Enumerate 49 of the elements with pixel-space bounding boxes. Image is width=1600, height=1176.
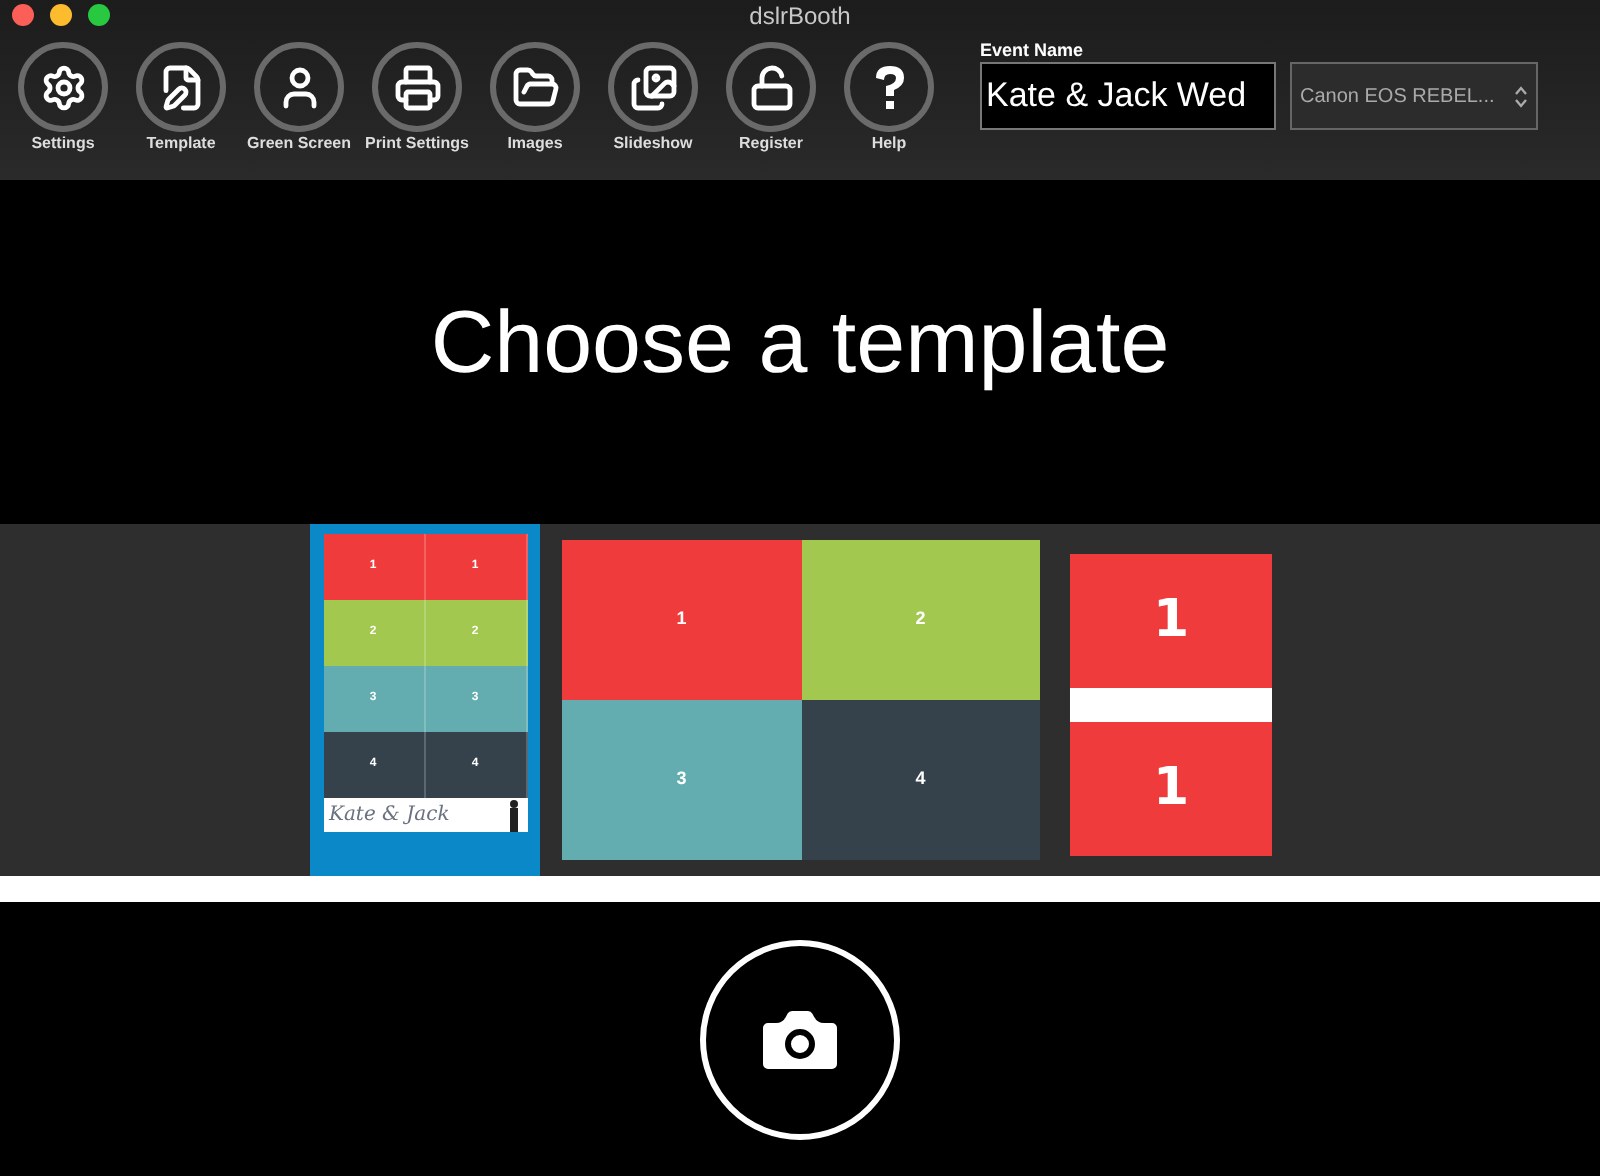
- cell-number: 1: [1152, 587, 1190, 653]
- cell-number: 3: [676, 766, 687, 793]
- toolbar-button[interactable]: Print Settings: [358, 42, 476, 152]
- toolbar-label: Images: [507, 136, 563, 152]
- toolbar-label: Help: [871, 136, 907, 152]
- couple-figure-icon: [505, 799, 521, 831]
- pictures-icon: [629, 63, 677, 111]
- toolbar-button[interactable]: Settings: [4, 42, 122, 152]
- event-name-field[interactable]: Kate & Jack Wed: [980, 62, 1276, 130]
- toolbar-label: Slideshow: [613, 136, 693, 152]
- round-icon-button[interactable]: [254, 42, 344, 132]
- toolbar-label: Settings: [31, 136, 95, 152]
- toolbar-label: Print Settings: [364, 136, 469, 152]
- toolbar-button[interactable]: Green Screen: [240, 42, 358, 152]
- cell-number: 1: [1152, 755, 1190, 821]
- stepper-arrows-icon: [1514, 85, 1528, 107]
- round-icon-button[interactable]: [726, 42, 816, 132]
- toolbar-button[interactable]: Help: [830, 42, 948, 152]
- padlock-icon: [747, 63, 795, 111]
- round-icon-button[interactable]: [18, 42, 108, 132]
- round-icon-button[interactable]: [372, 42, 462, 132]
- grid-template[interactable]: 1 2 3 4: [552, 524, 1050, 876]
- window-title: dslrBooth: [749, 3, 851, 27]
- cell-number: 1: [676, 606, 687, 633]
- toolbar-label: Register: [738, 136, 803, 152]
- cell-number: 2: [915, 606, 926, 633]
- round-icon-button[interactable]: [136, 42, 226, 132]
- zoom-window-button[interactable]: [88, 4, 110, 26]
- toolbar-button[interactable]: Images: [476, 42, 594, 152]
- round-icon-button[interactable]: [608, 42, 698, 132]
- take-photo-button[interactable]: [700, 939, 900, 1139]
- round-icon-button[interactable]: [490, 42, 580, 132]
- toolbar-label: Template: [146, 136, 216, 152]
- page-heading: Choose a template: [430, 300, 1170, 388]
- minimize-window-button[interactable]: [50, 4, 72, 26]
- toolbar-button[interactable]: Slideshow: [594, 42, 712, 152]
- close-window-button[interactable]: [12, 4, 34, 26]
- caption-text: Kate & Jack: [329, 805, 450, 825]
- stack-template[interactable]: 1 1: [1062, 524, 1280, 876]
- event-name-label: Event Name: [980, 40, 1086, 62]
- camera-select[interactable]: Canon EOS REBEL...: [1290, 62, 1538, 130]
- toolbar-label: Green Screen: [246, 136, 352, 152]
- toolbar-button[interactable]: Template: [122, 42, 240, 152]
- round-icon-button[interactable]: [844, 42, 934, 132]
- printer-icon: [393, 63, 441, 111]
- folder-icon: [511, 63, 559, 111]
- cell-number: 4: [915, 766, 926, 793]
- settings-icon: [39, 63, 87, 111]
- toolbar-button[interactable]: Register: [712, 42, 830, 152]
